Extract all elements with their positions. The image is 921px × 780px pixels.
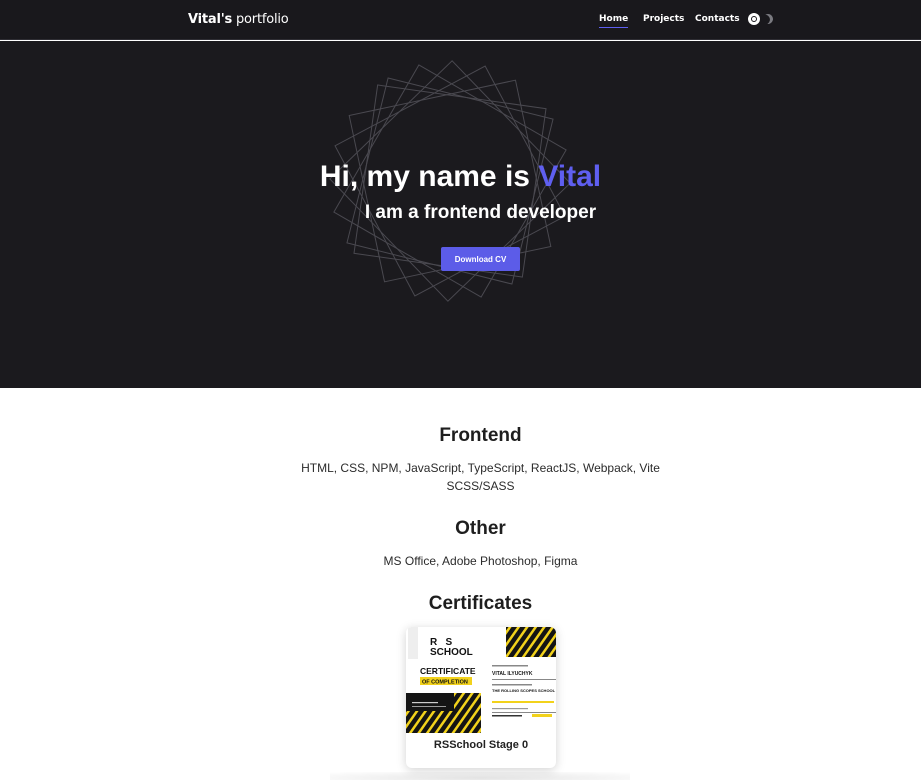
moon-icon[interactable] xyxy=(761,12,775,26)
hero-section: Hi, my name is Vital I am a frontend dev… xyxy=(0,41,921,388)
hero-subtitle: I am a frontend developer xyxy=(364,202,597,223)
cert-school: THE ROLLING SCOPES SCHOOL xyxy=(492,688,556,693)
cert-highlight: OF COMPLETION xyxy=(422,680,468,686)
certificates-heading: Certificates xyxy=(428,593,533,614)
site-logo[interactable]: Vital's portfolio xyxy=(188,12,289,27)
other-heading: Other xyxy=(455,518,506,539)
next-card-shadow xyxy=(330,772,630,780)
site-header: Vital's portfolio Home Projects Contacts xyxy=(0,0,921,40)
theme-toggle[interactable] xyxy=(748,13,774,27)
certificate-card[interactable]: R S SCHOOL CERTIFICATE OF COMPLETION VIT… xyxy=(406,627,556,768)
logo-text: portfolio xyxy=(232,12,289,27)
nav-home-link[interactable]: Home xyxy=(599,14,629,28)
frontend-skills-text: HTML, CSS, NPM, JavaScript, TypeScript, … xyxy=(301,461,660,493)
certificate-image[interactable]: R S SCHOOL CERTIFICATE OF COMPLETION VIT… xyxy=(406,627,556,733)
nav-contacts-link[interactable]: Contacts xyxy=(695,14,740,27)
hero-title-name: Vital xyxy=(538,160,602,193)
hero-title-prefix: Hi, my name is xyxy=(319,160,539,193)
sun-icon[interactable] xyxy=(748,13,760,25)
certificate-caption: RSSchool Stage 0 xyxy=(433,739,529,751)
hero-title: Hi, my name is Vital xyxy=(0,160,921,194)
other-skills-text: MS Office, Adobe Photoshop, Figma xyxy=(383,554,578,568)
nav-projects-link[interactable]: Projects xyxy=(643,14,684,27)
download-cv-button[interactable]: Download CV xyxy=(441,247,520,271)
cert-recipient-name: VITAL ILYUCHYK xyxy=(492,671,533,677)
cert-heading: CERTIFICATE xyxy=(420,666,476,676)
logo-bold-text: Vital's xyxy=(188,12,233,27)
frontend-heading: Frontend xyxy=(439,425,522,446)
cert-logo-line2: SCHOOL xyxy=(430,647,473,658)
